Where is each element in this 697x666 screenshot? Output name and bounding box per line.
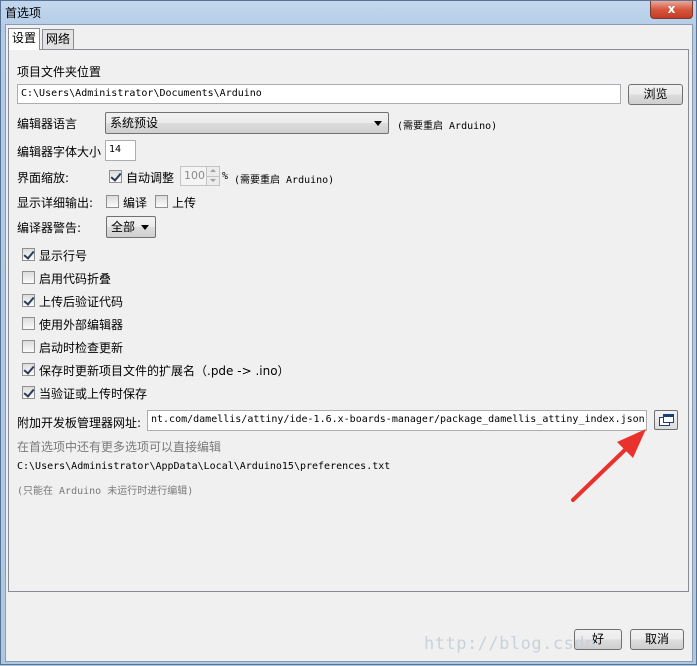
annotation-arrow xyxy=(571,429,646,502)
preferences-window: 首选项 x 设置 网络 项目文件夹位置 C:\Users\Administrat… xyxy=(0,0,697,665)
watermark: http://blog.csdn xyxy=(424,634,596,654)
tab-settings[interactable]: 设置 xyxy=(8,28,41,50)
